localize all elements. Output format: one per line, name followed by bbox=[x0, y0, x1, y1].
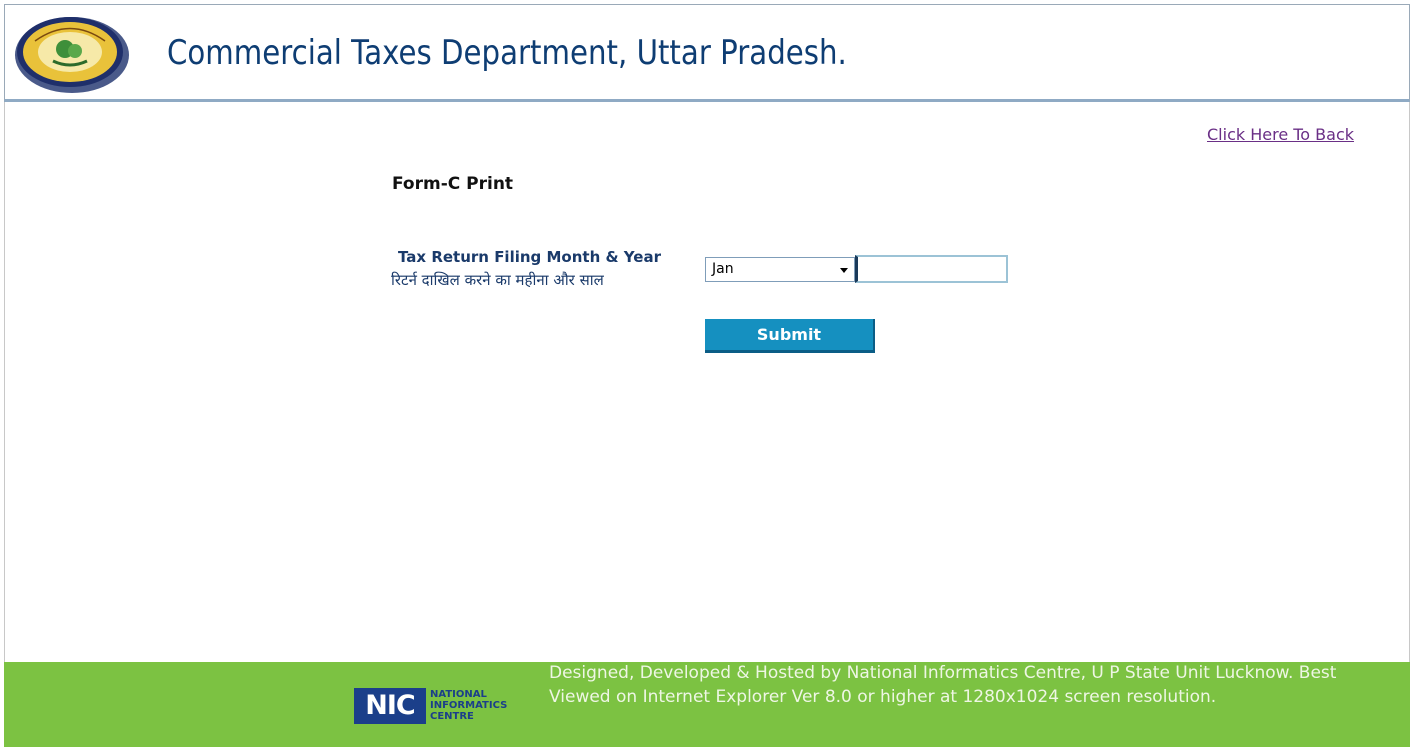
month-select-value: Jan bbox=[712, 261, 734, 277]
month-select[interactable]: Jan bbox=[705, 257, 855, 282]
page-frame bbox=[4, 4, 1410, 747]
footer-credits: Designed, Developed & Hosted by National… bbox=[549, 663, 1337, 707]
chevron-down-icon bbox=[840, 268, 848, 273]
nic-logo-text: NATIONAL INFORMATICS CENTRE bbox=[430, 689, 507, 722]
department-seal-icon bbox=[15, 17, 129, 93]
nic-logo: NIC NATIONAL INFORMATICS CENTRE bbox=[354, 688, 544, 726]
back-link[interactable]: Click Here To Back bbox=[1207, 125, 1354, 144]
site-footer: NIC NATIONAL INFORMATICS CENTRE Designed… bbox=[4, 662, 1410, 747]
form-title: Form-C Print bbox=[392, 174, 514, 194]
nic-logo-mark: NIC bbox=[354, 688, 426, 724]
nic-logo-line: NATIONAL bbox=[430, 689, 487, 700]
nic-logo-line: CENTRE bbox=[430, 711, 474, 722]
submit-button[interactable]: Submit bbox=[705, 319, 875, 353]
filing-period-label: Tax Return Filing Month & Year bbox=[398, 248, 661, 266]
filing-period-label-hindi: रिटर्न दाखिल करने का महीना और साल bbox=[391, 271, 604, 289]
page-title: Commercial Taxes Department, Uttar Prade… bbox=[167, 33, 847, 73]
nic-logo-line: INFORMATICS bbox=[430, 700, 508, 711]
year-input[interactable] bbox=[855, 255, 1008, 283]
site-header: Commercial Taxes Department, Uttar Prade… bbox=[4, 4, 1410, 102]
